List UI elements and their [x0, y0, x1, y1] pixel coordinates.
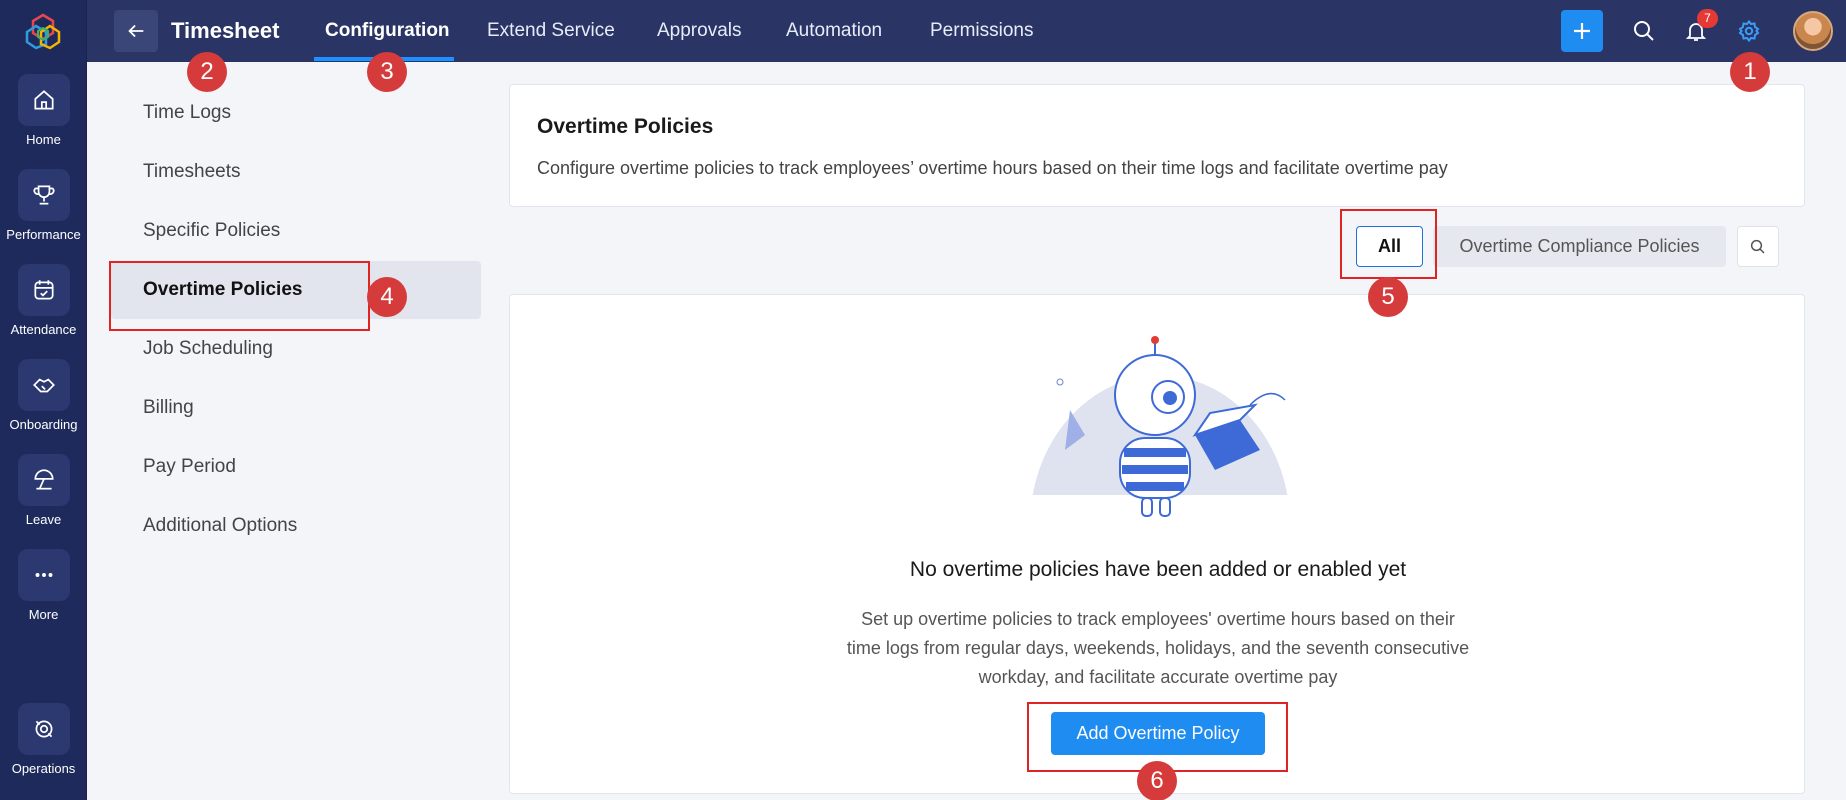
tab-automation[interactable]: Automation: [786, 20, 882, 42]
tab-extend-service[interactable]: Extend Service: [487, 20, 615, 42]
sidebar-item-timesheets[interactable]: Timesheets: [143, 161, 241, 183]
rail-label: More: [28, 607, 59, 622]
app-rail: Home Performance Attendance Onboarding L…: [0, 0, 87, 800]
settings-button[interactable]: [1735, 17, 1763, 45]
tab-approvals[interactable]: Approvals: [657, 20, 742, 42]
highlight-box-overtime-policies: [109, 261, 370, 331]
rail-label: Home: [26, 132, 61, 147]
rail-item-onboarding[interactable]: Onboarding: [0, 359, 87, 432]
empty-state-desc-line: Set up overtime policies to track employ…: [861, 609, 1455, 629]
trophy-icon: [17, 169, 70, 221]
operations-icon: [17, 703, 70, 755]
rail-label: Performance: [6, 227, 81, 242]
sidebar-item-billing[interactable]: Billing: [143, 397, 194, 419]
top-bar: Timesheet Configuration Extend Service A…: [87, 0, 1846, 62]
empty-state-title: No overtime policies have been added or …: [909, 558, 1407, 581]
rail-label: Operations: [11, 761, 76, 776]
handshake-icon: [17, 359, 70, 411]
plus-icon: [1574, 23, 1590, 39]
more-icon: [17, 549, 70, 601]
sidebar-item-additional-options[interactable]: Additional Options: [143, 515, 297, 537]
gear-icon: [1738, 19, 1760, 43]
app-title: Timesheet: [171, 18, 280, 43]
sidebar-item-job-scheduling[interactable]: Job Scheduling: [143, 338, 273, 360]
step-marker: 2: [187, 52, 227, 92]
empty-state-description: Set up overtime policies to track employ…: [828, 605, 1488, 692]
calendar-icon: [17, 264, 70, 316]
step-marker: 3: [367, 52, 407, 92]
tab-configuration[interactable]: Configuration: [325, 20, 450, 42]
empty-state-desc-line: workday, and facilitate accurate overtim…: [978, 667, 1338, 687]
tab-permissions[interactable]: Permissions: [930, 20, 1033, 42]
step-marker: 5: [1368, 277, 1408, 317]
sidebar-item-pay-period[interactable]: Pay Period: [143, 456, 236, 478]
umbrella-icon: [17, 454, 70, 506]
rail-item-leave[interactable]: Leave: [0, 454, 87, 527]
page-title: Overtime Policies: [537, 115, 714, 138]
policy-search-button[interactable]: [1737, 226, 1779, 267]
search-button[interactable]: [1630, 17, 1658, 45]
add-button[interactable]: [1561, 10, 1603, 52]
avatar[interactable]: [1793, 11, 1833, 51]
page-header-card: Overtime Policies Configure overtime pol…: [509, 84, 1805, 207]
rail-label: Onboarding: [9, 417, 78, 432]
rail-item-more[interactable]: More: [0, 549, 87, 622]
empty-state-illustration: [1030, 336, 1290, 525]
sidebar-item-time-logs[interactable]: Time Logs: [143, 102, 231, 124]
app-logo-icon[interactable]: [24, 12, 62, 50]
search-icon: [1634, 21, 1654, 41]
step-marker: 1: [1730, 52, 1770, 92]
step-marker: 6: [1137, 761, 1177, 800]
rail-label: Attendance: [10, 322, 77, 337]
page-description: Configure overtime policies to track emp…: [537, 158, 1448, 178]
search-icon: [1750, 239, 1765, 254]
rail-item-home[interactable]: Home: [0, 74, 87, 147]
rail-label: Leave: [25, 512, 62, 527]
empty-state-desc-line: time logs from regular days, weekends, h…: [846, 638, 1470, 658]
sidebar-item-specific-policies[interactable]: Specific Policies: [143, 220, 280, 242]
arrow-left-icon: [128, 24, 144, 38]
rail-item-operations[interactable]: Operations: [0, 703, 87, 776]
highlight-box-filter-all: [1340, 209, 1437, 279]
notification-badge: 7: [1697, 9, 1718, 28]
configuration-sidebar: Time Logs Timesheets Specific Policies O…: [87, 62, 497, 800]
rail-item-performance[interactable]: Performance: [0, 169, 87, 242]
rail-item-attendance[interactable]: Attendance: [0, 264, 87, 337]
back-button[interactable]: [114, 10, 158, 52]
filter-compliance-button[interactable]: Overtime Compliance Policies: [1433, 226, 1726, 267]
step-marker: 4: [367, 277, 407, 317]
home-icon: [17, 74, 70, 126]
